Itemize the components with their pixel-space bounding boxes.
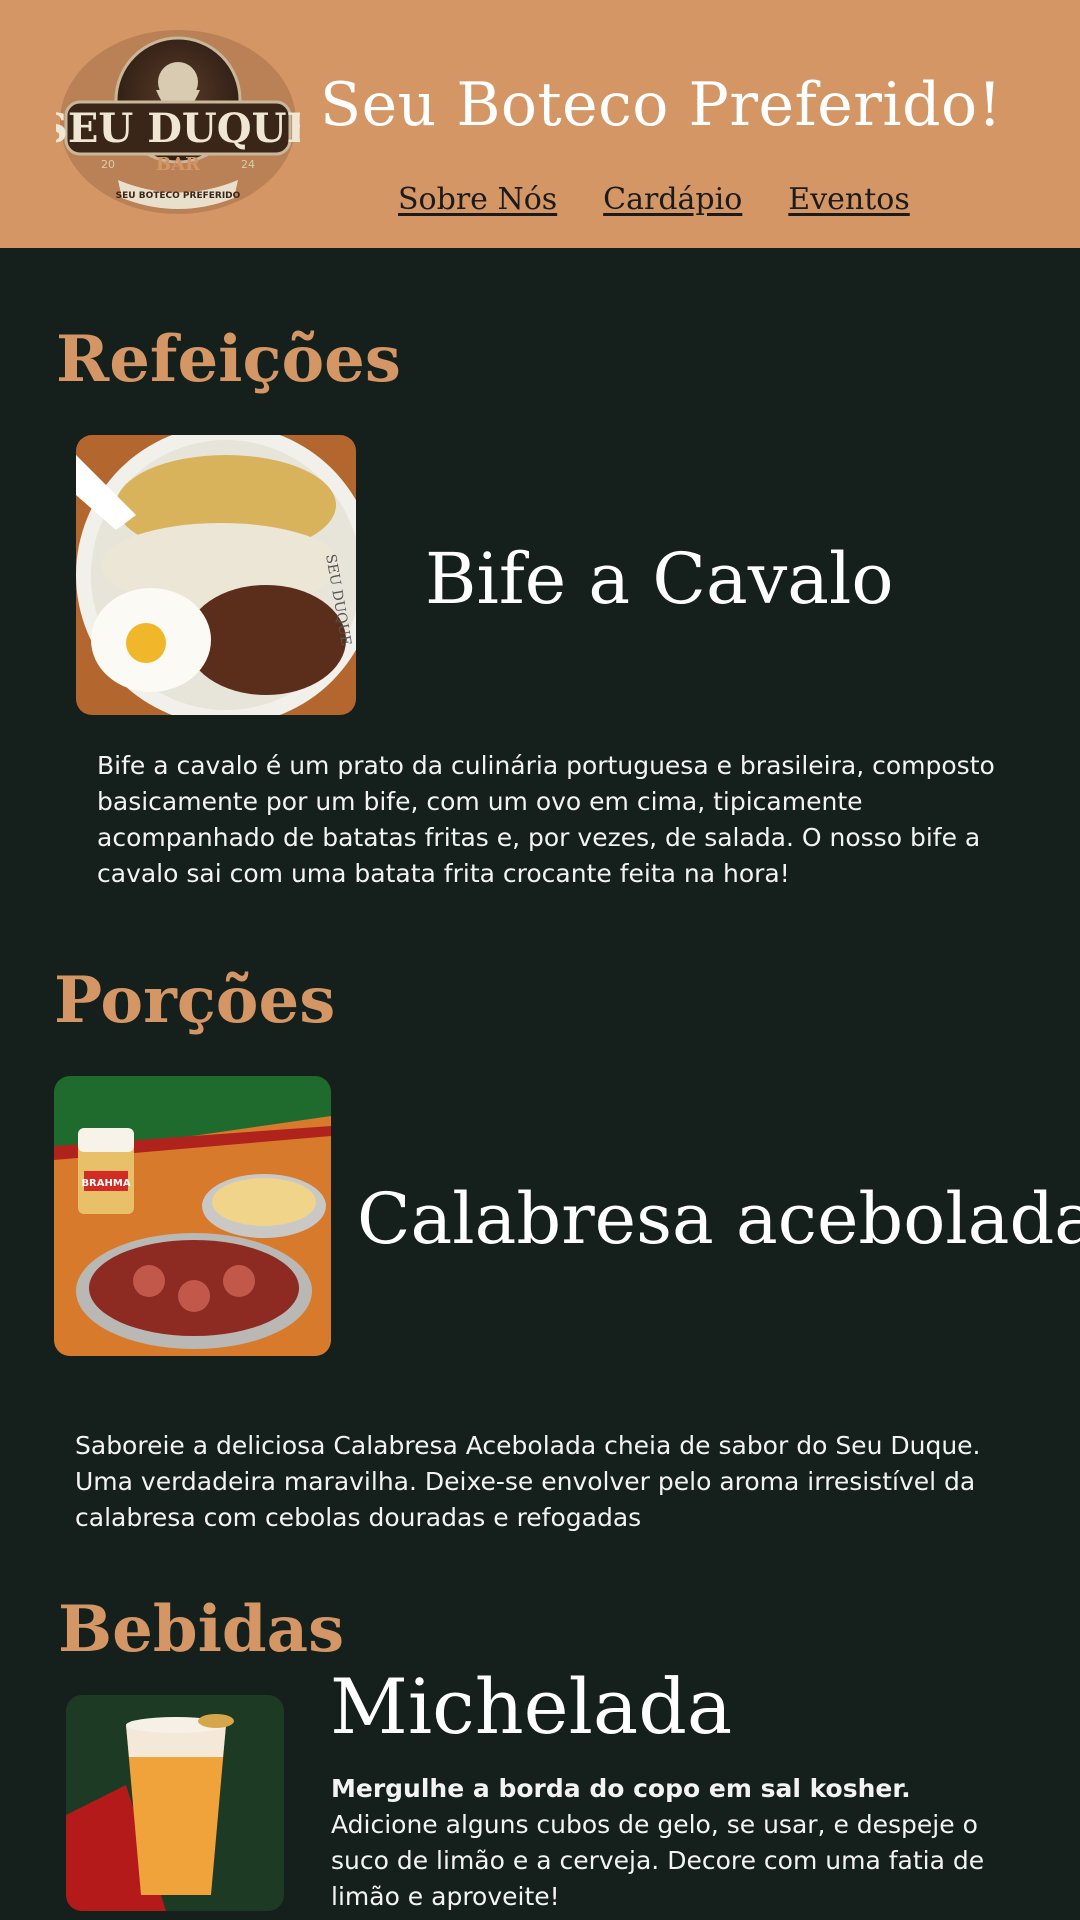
svg-text:BAR: BAR (156, 154, 201, 175)
main-nav: Sobre Nós Cardápio Eventos (398, 182, 910, 217)
item-name-bife-a-cavalo: Bife a Cavalo (425, 538, 894, 620)
calabresa-acebolada-photo: BRAHMA (54, 1076, 331, 1356)
section-title-bebidas: Bebidas (58, 1592, 345, 1667)
svg-text:SEU DUQUE: SEU DUQUE (56, 105, 300, 152)
svg-text:24: 24 (241, 158, 255, 171)
svg-text:20: 20 (101, 158, 115, 171)
item-description-bife-a-cavalo: Bife a cavalo é um prato da culinária po… (97, 751, 995, 888)
bife-a-cavalo-photo: SEU DUQUE (76, 435, 356, 715)
item-description-calabresa-acebolada: Saboreie a deliciosa Calabresa Acebolada… (75, 1431, 981, 1532)
svg-text:SEU BOTECO PREFERIDO: SEU BOTECO PREFERIDO (116, 191, 241, 201)
section-title-porcoes: Porções (54, 963, 336, 1038)
nav-link-cardapio[interactable]: Cardápio (603, 182, 742, 217)
site-header: SEU DUQUE BAR 20 24 SEU BOTECO PREFERIDO… (0, 0, 1080, 248)
item-description-michelada: Mergulhe a borda do copo em sal kosher. … (331, 1771, 1011, 1915)
item-description-michelada-bold: Mergulhe a borda do copo em sal kosher. (331, 1774, 911, 1803)
item-name-calabresa-acebolada: Calabresa acebolada (357, 1178, 1080, 1260)
section-title-refeicoes: Refeições (56, 322, 401, 397)
site-title: Seu Boteco Preferido! (320, 70, 1003, 140)
svg-text:BRAHMA: BRAHMA (81, 1178, 130, 1189)
item-description-michelada-rest: Adicione alguns cubos de gelo, se usar, … (331, 1810, 985, 1911)
michelada-photo (66, 1695, 284, 1911)
item-name-michelada: Michelada (330, 1662, 733, 1751)
nav-link-sobre-nos[interactable]: Sobre Nós (398, 182, 557, 217)
seu-duque-logo[interactable]: SEU DUQUE BAR 20 24 SEU BOTECO PREFERIDO (56, 30, 300, 222)
nav-link-eventos[interactable]: Eventos (788, 182, 909, 217)
